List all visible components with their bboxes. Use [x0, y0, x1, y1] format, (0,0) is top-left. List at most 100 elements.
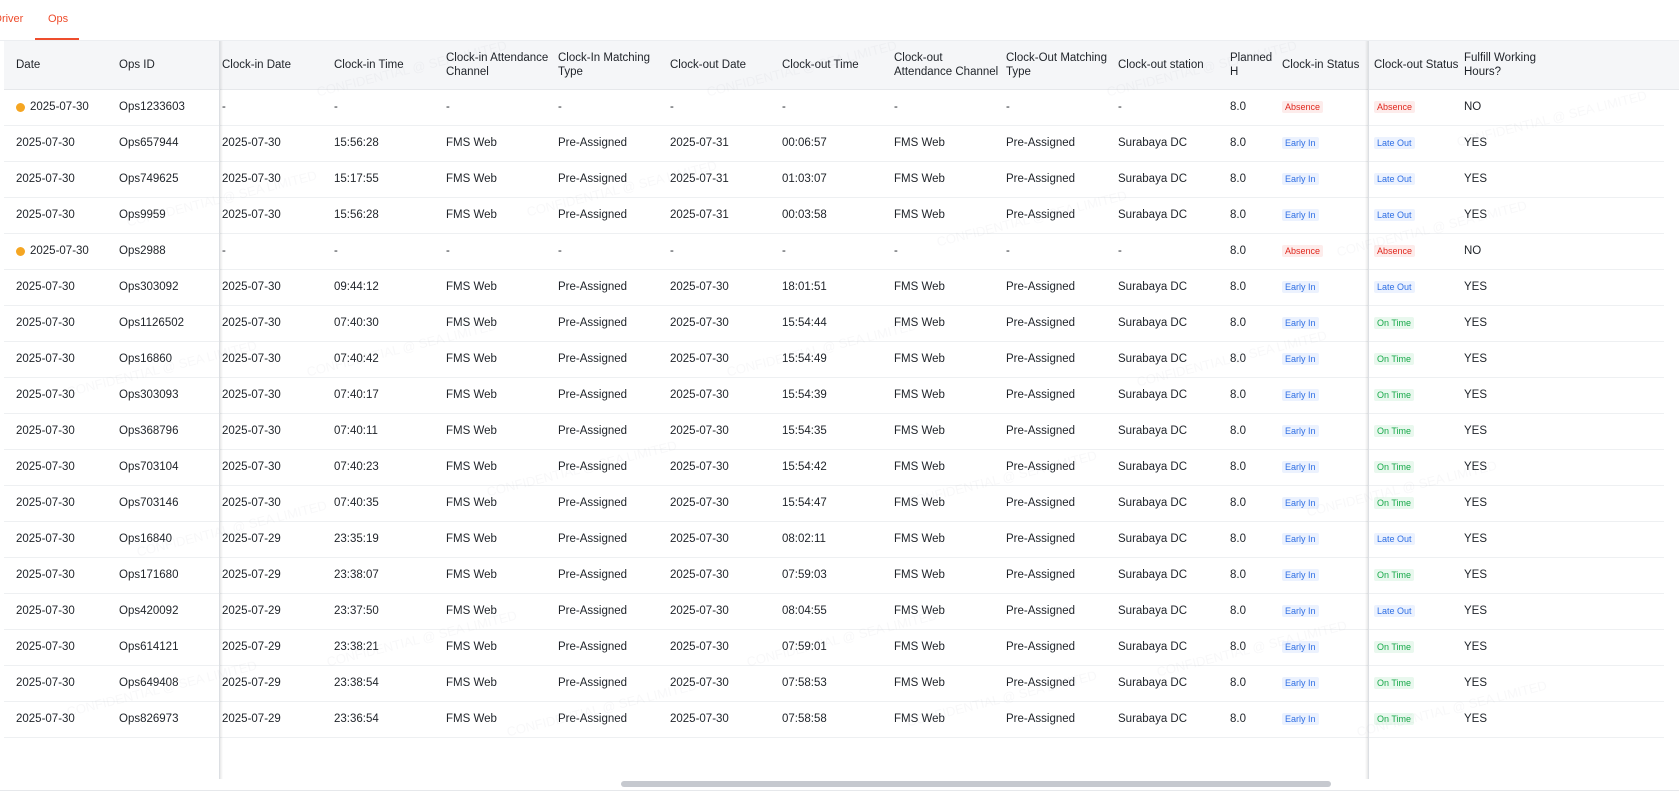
table-row[interactable]: 2025-07-30 Ops2988- - - - - - - - -8.0 Absence Abse…: [4, 233, 1664, 270]
cell-clock-out-matching-type: Pre-Assigned: [1006, 161, 1114, 197]
cell-text: Pre-Assigned: [558, 605, 628, 617]
scrollbar-thumb[interactable]: [621, 781, 1331, 787]
table-row[interactable]: 2025-07-30 Ops368796 2025-07-30 07:40:11 FMS…: [4, 413, 1664, 450]
cell-text: 07:40:35: [334, 497, 379, 509]
cell-clock-out-time: 07:58:58: [782, 701, 890, 737]
cell-clock-in-channel: FMS Web: [446, 305, 554, 341]
cell-planned-hours: 8.0: [1230, 413, 1278, 449]
cell-clock-in-date: 2025-07-30: [222, 413, 330, 449]
cell-text: 2025-07-30: [222, 281, 281, 293]
cell-clock-in-matching-type: Pre-Assigned: [558, 629, 666, 665]
cell-text: Pre-Assigned: [1006, 137, 1076, 149]
cell-text: 2025-07-30: [16, 497, 75, 509]
cell-text: FMS Web: [894, 137, 945, 149]
table-row[interactable]: 2025-07-30 Ops420092 2025-07-29 23:37:50 FMS…: [4, 593, 1664, 630]
cell-clock-in-date: 2025-07-29: [222, 557, 330, 593]
status-badge: On Time: [1374, 461, 1415, 473]
cell-text: Ops657944: [119, 137, 179, 149]
table-row[interactable]: 2025-07-30 Ops16860 2025-07-30 07:40:42 FMS …: [4, 341, 1664, 378]
cell-text: FMS Web: [446, 641, 497, 653]
column-header-clock-in-matching-type: Clock-In Matching Type: [558, 52, 651, 78]
cell-text: 15:54:39: [782, 389, 827, 401]
cell-text: Pre-Assigned: [558, 713, 628, 725]
table-row[interactable]: 2025-07-30 Ops703146 2025-07-30 07:40:35 FMS…: [4, 485, 1664, 522]
cell-fulfill-working-hours: YES: [1464, 197, 1564, 233]
cell-text: FMS Web: [894, 497, 945, 509]
cell-text: 8.0: [1230, 281, 1246, 293]
cell-text: 8.0: [1230, 641, 1246, 653]
table-row[interactable]: 2025-07-30 Ops614121 2025-07-29 23:38:21 FMS…: [4, 629, 1664, 666]
cell-planned-hours: 8.0: [1230, 701, 1278, 737]
cell-clock-in-date: 2025-07-30: [222, 161, 330, 197]
cell-text: YES: [1464, 209, 1488, 221]
cell-text: 08:02:11: [782, 533, 826, 545]
table-row[interactable]: 2025-07-30 Ops657944 2025-07-30 15:56:28 FMS…: [4, 125, 1664, 162]
table-row[interactable]: 2025-07-30 Ops303093 2025-07-30 07:40:17 FMS…: [4, 377, 1664, 414]
cell-text: 2025-07-30: [16, 533, 75, 545]
table-row[interactable]: 2025-07-30 Ops826973 2025-07-29 23:36:54 FMS…: [4, 701, 1664, 738]
cell-text: Surabaya DC: [1118, 353, 1188, 365]
cell-text: Ops649408: [119, 677, 179, 689]
cell-ops-id: Ops9959: [119, 197, 219, 233]
cell-text: 23:38:07: [334, 569, 379, 581]
cell-planned-hours: 8.0: [1230, 593, 1278, 629]
cell-text: 2025-07-30: [222, 173, 281, 185]
status-badge: Late Out: [1374, 533, 1415, 545]
status-badge: Late Out: [1374, 209, 1415, 221]
cell-text: 15:56:28: [334, 209, 379, 221]
cell-text: 8.0: [1230, 245, 1246, 257]
cell-text: 8.0: [1230, 713, 1246, 725]
cell-text: 2025-07-30: [670, 713, 729, 725]
cell-date: 2025-07-30: [16, 557, 116, 593]
cell-text: -: [782, 245, 786, 257]
cell-clock-in-time: 07:40:23: [334, 449, 442, 485]
cell-clock-in-status: Early In: [1282, 161, 1370, 197]
column-header-clock-out-time: Clock-out Time: [782, 59, 859, 71]
cell-text: Ops2988: [119, 245, 166, 257]
cell-text: Ops420092: [119, 605, 179, 617]
cell-text: 07:59:01: [782, 641, 827, 653]
tab-driver[interactable]: Driver: [0, 13, 23, 25]
status-badge: Early In: [1282, 677, 1319, 689]
cell-text: 2025-07-30: [222, 497, 281, 509]
status-badge: On Time: [1374, 317, 1415, 329]
cell-text: 2025-07-30: [670, 677, 729, 689]
cell-text: YES: [1464, 533, 1488, 545]
fixed-right-shadow: [1365, 41, 1368, 779]
cell-text: 2025-07-29: [222, 605, 281, 617]
cell-date: 2025-07-30: [16, 125, 116, 161]
cell-clock-out-date: 2025-07-30: [670, 593, 778, 629]
table-row[interactable]: 2025-07-30 Ops171680 2025-07-29 23:38:07 FMS…: [4, 557, 1664, 594]
table-row[interactable]: 2025-07-30 Ops749625 2025-07-30 15:17:55 FMS…: [4, 161, 1664, 198]
horizontal-scrollbar[interactable]: [4, 779, 1679, 787]
cell-text: Surabaya DC: [1118, 389, 1188, 401]
cell-clock-out-time: -: [782, 233, 890, 269]
table-row[interactable]: 2025-07-30 Ops649408 2025-07-29 23:38:54 FMS…: [4, 665, 1664, 702]
cell-text: -: [1006, 245, 1010, 257]
cell-clock-out-station: Surabaya DC: [1118, 125, 1226, 161]
cell-clock-out-matching-type: Pre-Assigned: [1006, 125, 1114, 161]
table-row[interactable]: 2025-07-30 Ops303092 2025-07-30 09:44:12 FMS…: [4, 269, 1664, 306]
cell-planned-hours: 8.0: [1230, 665, 1278, 701]
table-row[interactable]: 2025-07-30 Ops1233603- - - - - - - - -8.0 Absence A…: [4, 89, 1664, 126]
table-row[interactable]: 2025-07-30 Ops9959 2025-07-30 15:56:28 FMS W…: [4, 197, 1664, 234]
table-row[interactable]: 2025-07-30 Ops16840 2025-07-29 23:35:19 FMS …: [4, 521, 1664, 558]
cell-clock-in-status: Early In: [1282, 125, 1370, 161]
cell-text: YES: [1464, 713, 1488, 725]
status-badge: Early In: [1282, 569, 1319, 581]
cell-clock-out-time: -: [782, 89, 890, 125]
cell-clock-out-status: On Time: [1374, 305, 1462, 341]
cell-clock-out-station: Surabaya DC: [1118, 305, 1226, 341]
cell-text: 2025-07-30: [222, 389, 281, 401]
cell-text: 2025-07-30: [670, 533, 729, 545]
status-badge: Early In: [1282, 353, 1319, 365]
cell-clock-in-time: 07:40:17: [334, 377, 442, 413]
cell-clock-out-status: On Time: [1374, 557, 1462, 593]
tab-ops[interactable]: Ops: [48, 13, 68, 25]
cell-clock-out-date: 2025-07-30: [670, 377, 778, 413]
cell-text: Pre-Assigned: [558, 533, 628, 545]
cell-clock-out-status: On Time: [1374, 485, 1462, 521]
table-row[interactable]: 2025-07-30 Ops1126502 2025-07-30 07:40:30 FM…: [4, 305, 1664, 342]
cell-clock-in-date: 2025-07-30: [222, 449, 330, 485]
table-row[interactable]: 2025-07-30 Ops703104 2025-07-30 07:40:23 FMS…: [4, 449, 1664, 486]
